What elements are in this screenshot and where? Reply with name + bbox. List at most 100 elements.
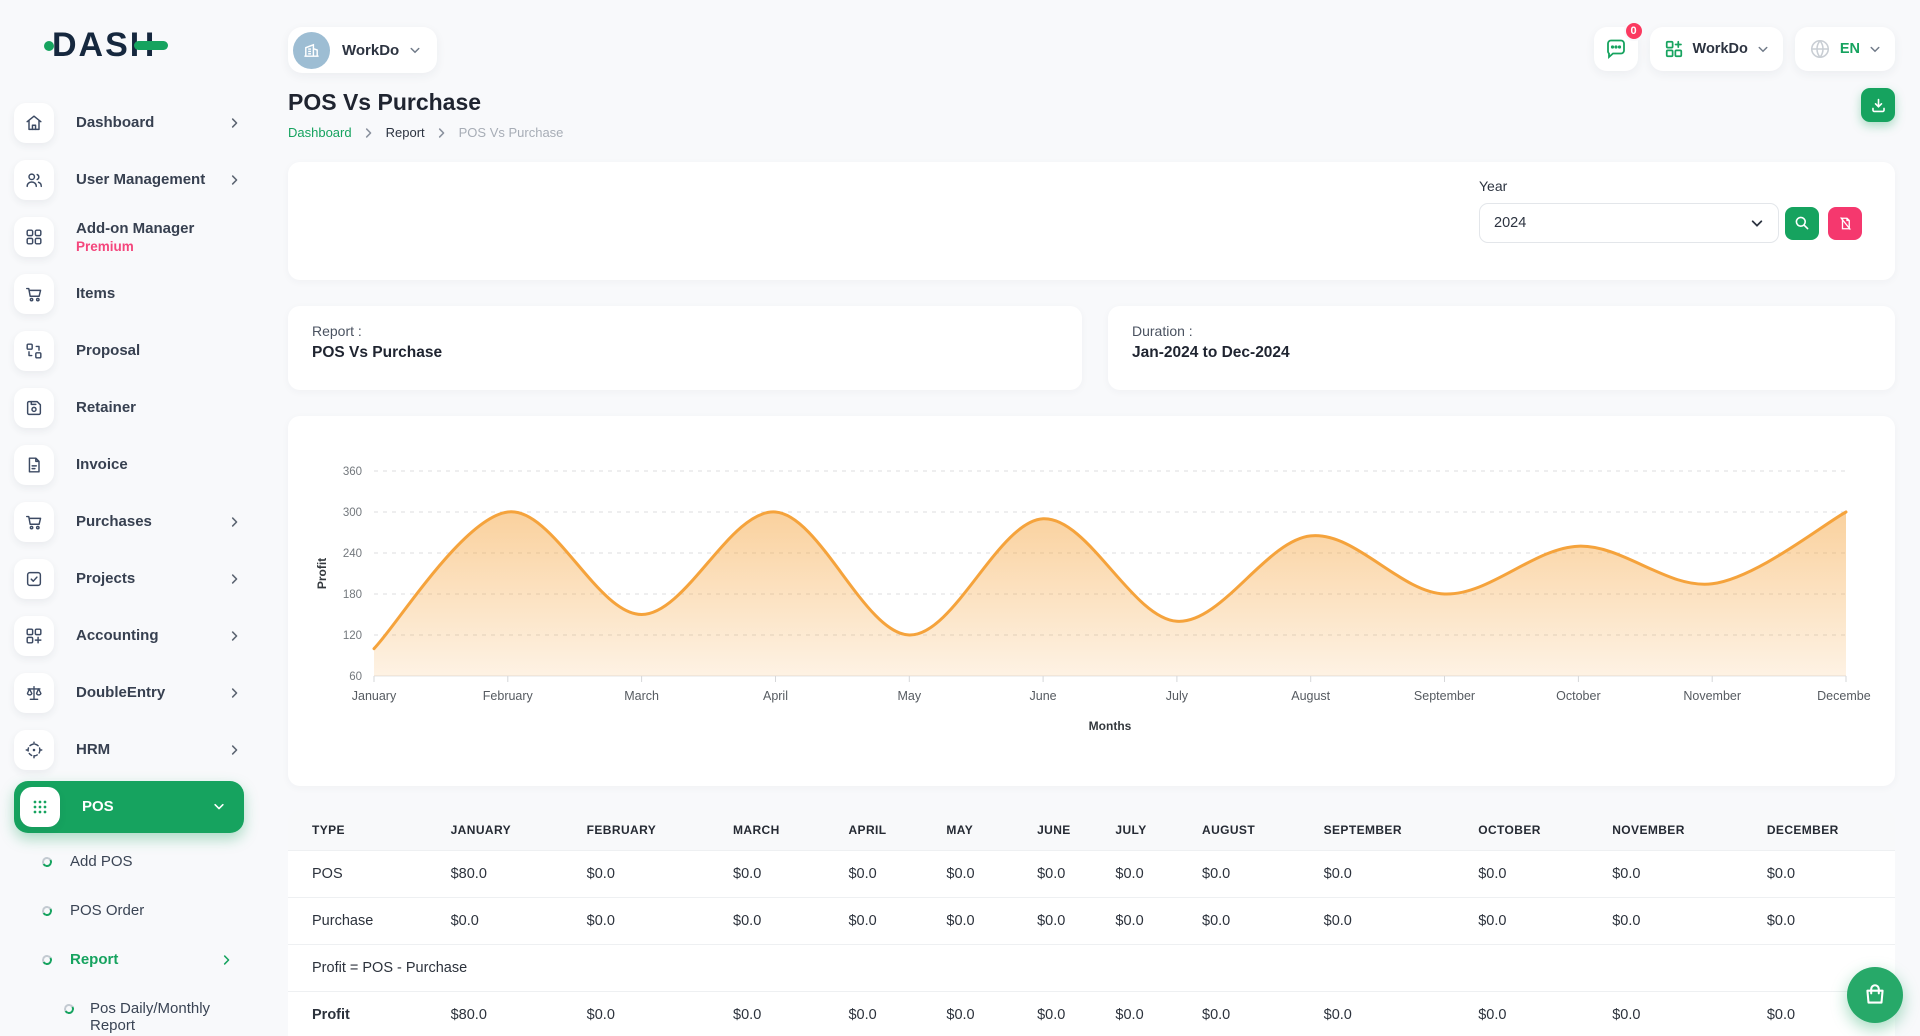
- svg-text:July: July: [1166, 689, 1189, 703]
- sidebar-item-hrm[interactable]: HRM: [14, 730, 258, 770]
- bullet-icon: [41, 954, 53, 966]
- sidebar-item-accounting[interactable]: Accounting: [14, 616, 258, 656]
- sidebar-item-proposal[interactable]: Proposal: [14, 331, 258, 371]
- svg-text:180: 180: [343, 589, 362, 601]
- chevron-down-icon: [212, 800, 226, 814]
- cell-value: $0.0: [1107, 898, 1194, 945]
- row-label: Profit: [288, 992, 443, 1036]
- grid-plus-icon: [14, 616, 54, 656]
- sidebar-item-report[interactable]: Report: [14, 945, 234, 975]
- table-header-row: TYPEJANUARYFEBRUARYMARCHAPRILMAYJUNEJULY…: [288, 810, 1895, 851]
- chevron-right-icon: [220, 953, 234, 967]
- check-square-icon: [14, 559, 54, 599]
- cell-value: $0.0: [1316, 898, 1471, 945]
- sidebar-item-retainer[interactable]: Retainer: [14, 388, 258, 428]
- search-icon: [1794, 215, 1810, 231]
- report-card: Report : POS Vs Purchase: [288, 306, 1082, 390]
- profit-area-chart: 60120180240300360JanuaryFebruaryMarchApr…: [312, 440, 1871, 760]
- sidebar-item-pos[interactable]: POS: [14, 781, 244, 833]
- year-select[interactable]: 2024: [1479, 203, 1779, 243]
- sidebar-item-label: POS: [82, 798, 212, 815]
- app-logo[interactable]: DASH: [52, 26, 258, 65]
- row-label: POS: [288, 851, 443, 898]
- filter-card: Year 2024: [288, 162, 1895, 280]
- svg-text:February: February: [483, 689, 534, 703]
- cell-value: $0.0: [1029, 898, 1107, 945]
- cell-value: $0.0: [443, 898, 579, 945]
- topbar-actions: 0 WorkDo EN: [1594, 27, 1895, 71]
- sidebar-item-label: Accounting: [76, 627, 228, 644]
- cell-value: $0.0: [1759, 898, 1895, 945]
- cell-value: $0.0: [1470, 898, 1604, 945]
- sidebar-item-label: POS Order: [70, 902, 234, 919]
- cell-value: $0.0: [1194, 992, 1316, 1036]
- cell-value: $0.0: [1194, 851, 1316, 898]
- sidebar-nav: Dashboard User Management Add-on ManagerPr…: [14, 103, 258, 1035]
- breadcrumb-dashboard[interactable]: Dashboard: [288, 125, 352, 140]
- column-header-january: JANUARY: [443, 810, 579, 851]
- breadcrumb-report[interactable]: Report: [386, 125, 425, 140]
- sidebar-item-items[interactable]: Items: [14, 274, 258, 314]
- language-menu[interactable]: EN: [1795, 27, 1895, 71]
- sidebar-item-doubleentry[interactable]: DoubleEntry: [14, 673, 258, 713]
- cart-icon: [14, 502, 54, 542]
- workspace-switcher[interactable]: WorkDo: [288, 27, 437, 73]
- cell-value: $0.0: [840, 851, 938, 898]
- sidebar-item-add-on-manager[interactable]: Add-on ManagerPremium: [14, 217, 258, 257]
- chevron-right-icon: [228, 686, 242, 700]
- sidebar-item-add-pos[interactable]: Add POS: [14, 847, 234, 877]
- sidebar-item-dashboard[interactable]: Dashboard: [14, 103, 258, 143]
- target-icon: [14, 730, 54, 770]
- download-button[interactable]: [1861, 88, 1895, 122]
- cell-value: $0.0: [1604, 851, 1759, 898]
- cell-value: $0.0: [1029, 851, 1107, 898]
- users-icon: [14, 160, 54, 200]
- cell-value: $0.0: [579, 898, 725, 945]
- chevron-down-icon: [1869, 43, 1881, 55]
- account-menu[interactable]: WorkDo: [1650, 27, 1783, 71]
- breadcrumb-separator-icon: [362, 126, 376, 140]
- pos-cart-fab[interactable]: [1847, 967, 1903, 1023]
- chevron-down-icon: [1750, 216, 1764, 230]
- report-table-card: TYPEJANUARYFEBRUARYMARCHAPRILMAYJUNEJULY…: [288, 810, 1895, 1036]
- svg-text:120: 120: [343, 630, 362, 642]
- sidebar-item-pos-daily-monthly-report[interactable]: Pos Daily/Monthly Report: [14, 1000, 234, 1035]
- column-header-august: AUGUST: [1194, 810, 1316, 851]
- chevron-right-icon: [228, 173, 242, 187]
- sidebar-item-purchases[interactable]: Purchases: [14, 502, 258, 542]
- cell-value: $0.0: [1470, 992, 1604, 1036]
- cell-value: $80.0: [443, 992, 579, 1036]
- search-button[interactable]: [1785, 207, 1819, 240]
- column-header-type: TYPE: [288, 810, 443, 851]
- column-header-february: FEBRUARY: [579, 810, 725, 851]
- sidebar-item-invoice[interactable]: Invoice: [14, 445, 258, 485]
- sidebar-item-projects[interactable]: Projects: [14, 559, 258, 599]
- bullet-icon: [41, 905, 53, 917]
- download-icon: [1870, 97, 1887, 114]
- scale-icon: [14, 673, 54, 713]
- cell-value: $0.0: [579, 992, 725, 1036]
- sidebar-item-label: Projects: [76, 570, 228, 587]
- cell-value: $0.0: [1029, 992, 1107, 1036]
- svg-text:60: 60: [349, 671, 362, 683]
- sidebar-item-user-management[interactable]: User Management: [14, 160, 258, 200]
- workspace-name: WorkDo: [342, 42, 399, 59]
- sidebar-item-pos-order[interactable]: POS Order: [14, 896, 234, 926]
- main-content: WorkDo 0 WorkDo: [258, 0, 1920, 1036]
- cell-value: $0.0: [938, 851, 1029, 898]
- reset-button[interactable]: [1828, 207, 1862, 240]
- workspace-avatar: [293, 32, 330, 69]
- sidebar: DASH Dashboard User Management Add-on Mana…: [0, 0, 258, 1036]
- svg-text:April: April: [763, 689, 788, 703]
- messages-button[interactable]: 0: [1594, 27, 1638, 71]
- cell-value: $0.0: [1470, 851, 1604, 898]
- report-label: Report :: [312, 323, 1058, 339]
- cell-value: $0.0: [725, 898, 840, 945]
- chevron-right-icon: [228, 116, 242, 130]
- cell-value: $0.0: [1107, 851, 1194, 898]
- svg-text:360: 360: [343, 466, 362, 478]
- cell-value: $0.0: [1316, 992, 1471, 1036]
- chart-card: 60120180240300360JanuaryFebruaryMarchApr…: [288, 416, 1895, 786]
- globe-icon: [1809, 38, 1831, 60]
- breadcrumb-separator-icon: [435, 126, 449, 140]
